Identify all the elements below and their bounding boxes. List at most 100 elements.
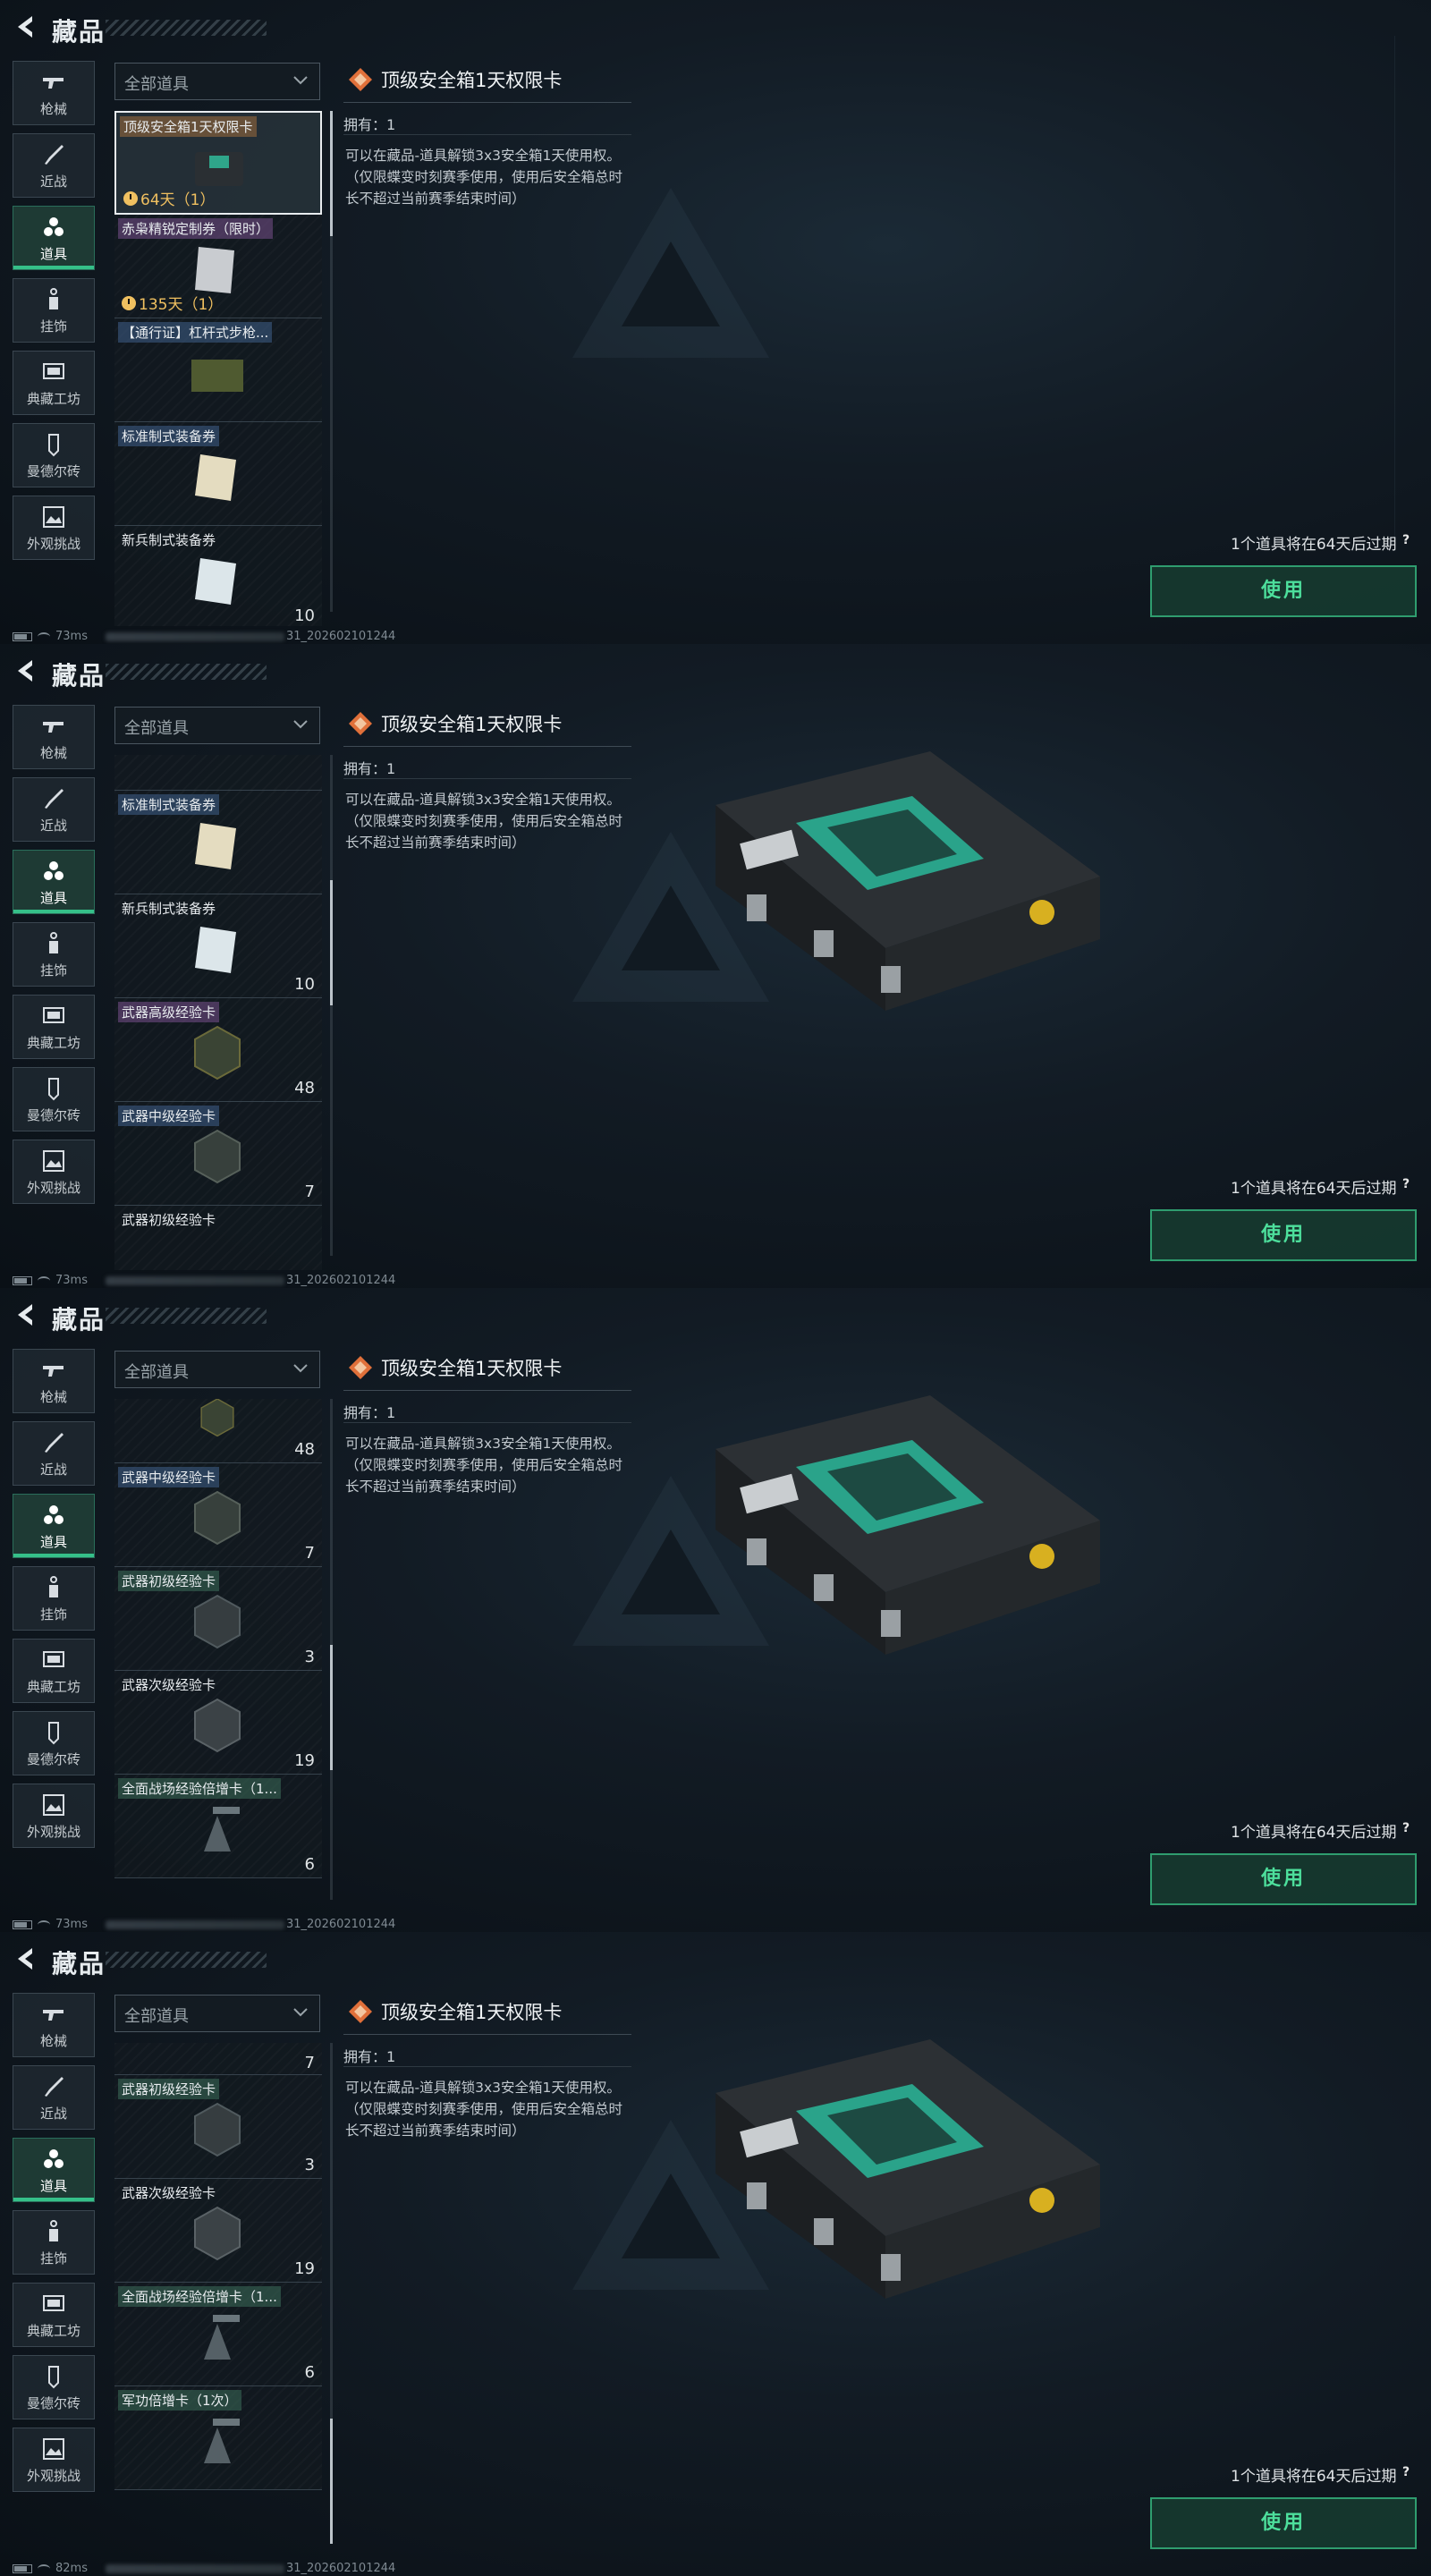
list-item[interactable]: 武器次级经验卡 19: [114, 2179, 322, 2283]
list-item[interactable]: 武器次级经验卡 19: [114, 1671, 322, 1775]
sidebar-item-items[interactable]: 道具: [13, 850, 95, 914]
list-scrollbar[interactable]: [330, 111, 333, 612]
title-stripe: [106, 20, 267, 36]
sidebar-item-melee[interactable]: 近战: [13, 133, 95, 198]
use-button[interactable]: 使用: [1150, 1853, 1417, 1905]
list-item[interactable]: 标准制式装备券: [114, 422, 322, 526]
turret-thumbnail: [204, 2419, 240, 2463]
sidebar-item-melee[interactable]: 近战: [13, 777, 95, 842]
divider: [343, 2034, 631, 2035]
item-name: 武器中级经验卡: [118, 1467, 220, 1487]
use-button[interactable]: 使用: [1150, 565, 1417, 617]
sidebar-item-bricks[interactable]: 曼德尔砖: [13, 1067, 95, 1131]
list-item[interactable]: 武器高级经验卡 48: [114, 998, 322, 1102]
sidebar-item-melee[interactable]: 近战: [13, 1421, 95, 1486]
list-item[interactable]: 新兵制式装备券 10: [114, 526, 322, 626]
list-item[interactable]: 武器初级经验卡 3: [114, 2075, 322, 2179]
list-scrollbar[interactable]: [330, 755, 333, 1256]
voucher-thumbnail: [195, 927, 236, 973]
sidebar-item-charms[interactable]: 挂饰: [13, 278, 95, 343]
filter-label: 全部道具: [124, 2007, 189, 2026]
use-button[interactable]: 使用: [1150, 1209, 1417, 1261]
category-filter-dropdown[interactable]: 全部道具: [114, 1995, 320, 2032]
sidebar-item-charms[interactable]: 挂饰: [13, 1566, 95, 1631]
sidebar-item-challenge[interactable]: 外观挑战: [13, 1140, 95, 1204]
chevron-down-icon: [293, 1364, 308, 1373]
page-title: 藏品: [52, 1949, 106, 1979]
sidebar-item-workshop[interactable]: 典藏工坊: [13, 2283, 95, 2347]
scrollbar-thumb[interactable]: [330, 880, 333, 1005]
list-item[interactable]: 顶级安全箱1天权限卡 64天（1）: [114, 111, 322, 215]
category-filter-dropdown[interactable]: 全部道具: [114, 707, 320, 744]
category-filter-dropdown[interactable]: 全部道具: [114, 1351, 320, 1388]
sidebar-item-melee[interactable]: 近战: [13, 2065, 95, 2130]
list-item[interactable]: 全面战场经验倍增卡（1... 6: [114, 2283, 322, 2386]
list-scrollbar[interactable]: [330, 1399, 333, 1900]
sidebar-item-label: 外观挑战: [26, 1179, 80, 1196]
help-icon[interactable]: ?: [1397, 531, 1415, 549]
sidebar-item-bricks[interactable]: 曼德尔砖: [13, 1711, 95, 1775]
sidebar-item-guns[interactable]: 枪械: [13, 1349, 95, 1413]
sidebar-item-items[interactable]: 道具: [13, 1494, 95, 1558]
charm-icon: [49, 2219, 58, 2241]
screen-panel-3: 藏品 枪械 近战 道具 挂饰 典藏工坊 曼德尔砖 外观挑战 全部道具 48 武器…: [0, 1288, 1431, 1932]
list-scrollbar[interactable]: [330, 2043, 333, 2544]
list-item[interactable]: 武器初级经验卡 3: [114, 1567, 322, 1671]
scrollbar-thumb[interactable]: [330, 111, 333, 236]
sidebar-item-bricks[interactable]: 曼德尔砖: [13, 2355, 95, 2419]
list-item[interactable]: 48: [114, 1399, 322, 1463]
sidebar-item-workshop[interactable]: 典藏工坊: [13, 1639, 95, 1703]
item-list: 48 武器中级经验卡 7 武器初级经验卡 3 武器次级经验卡 19 全面战场经验…: [114, 1399, 322, 1914]
sidebar-item-guns[interactable]: 枪械: [13, 61, 95, 125]
sidebar-item-charms[interactable]: 挂饰: [13, 2210, 95, 2275]
hex-card-thumbnail: [194, 1698, 241, 1753]
sidebar-item-label: 外观挑战: [26, 1823, 80, 1840]
scrollbar-thumb[interactable]: [330, 1645, 333, 1770]
sidebar-item-guns[interactable]: 枪械: [13, 1993, 95, 2057]
sidebar-item-challenge[interactable]: 外观挑战: [13, 2428, 95, 2492]
sidebar-item-workshop[interactable]: 典藏工坊: [13, 995, 95, 1059]
back-arrow-icon[interactable]: [13, 657, 41, 685]
sidebar-item-challenge[interactable]: 外观挑战: [13, 1784, 95, 1848]
sidebar-item-guns[interactable]: 枪械: [13, 705, 95, 769]
back-arrow-icon[interactable]: [13, 1301, 41, 1329]
list-item[interactable]: 全面战场经验倍增卡（1... 6: [114, 1775, 322, 1878]
list-item[interactable]: 武器中级经验卡 7: [114, 1463, 322, 1567]
item-name: 军功倍增卡（1次）: [118, 2390, 241, 2411]
back-arrow-icon[interactable]: [13, 13, 41, 41]
item-name: 武器高级经验卡: [118, 1002, 220, 1022]
sidebar-item-label: 挂饰: [39, 1606, 67, 1623]
sidebar-item-charms[interactable]: 挂饰: [13, 922, 95, 987]
list-item[interactable]: 武器初级经验卡: [114, 1206, 322, 1270]
list-item[interactable]: 赤枭精锐定制券（限时） 135天（1）: [114, 215, 322, 318]
list-item[interactable]: 【通行证】杠杆式步枪...: [114, 318, 322, 422]
item-count: 3: [304, 2156, 315, 2174]
sidebar-item-bricks[interactable]: 曼德尔砖: [13, 423, 95, 487]
sidebar-item-label: 外观挑战: [26, 535, 80, 552]
sidebar-item-workshop[interactable]: 典藏工坊: [13, 351, 95, 415]
sidebar-item-label: 道具: [39, 1533, 67, 1550]
sidebar-item-label: 近战: [39, 173, 67, 190]
hex-card-thumbnail: [194, 1490, 241, 1546]
list-item[interactable]: 武器中级经验卡 7: [114, 1102, 322, 1206]
use-button[interactable]: 使用: [1150, 2497, 1417, 2549]
sidebar-item-challenge[interactable]: 外观挑战: [13, 496, 95, 560]
help-icon[interactable]: ?: [1397, 1175, 1415, 1193]
filter-label: 全部道具: [124, 1363, 189, 1382]
wifi-icon: [38, 2563, 50, 2573]
category-filter-dropdown[interactable]: 全部道具: [114, 63, 320, 100]
item-count: 19: [294, 2259, 315, 2278]
list-item[interactable]: [114, 755, 322, 791]
list-item[interactable]: 军功倍增卡（1次）: [114, 2386, 322, 2490]
scrollbar-thumb[interactable]: [330, 2419, 333, 2544]
sidebar-item-items[interactable]: 道具: [13, 206, 95, 270]
list-item[interactable]: 标准制式装备券: [114, 791, 322, 894]
list-item[interactable]: 新兵制式装备券 10: [114, 894, 322, 998]
help-icon[interactable]: ?: [1397, 2463, 1415, 2481]
charm-icon: [49, 931, 58, 953]
help-icon[interactable]: ?: [1397, 1819, 1415, 1837]
back-arrow-icon[interactable]: [13, 1945, 41, 1973]
sidebar-item-items[interactable]: 道具: [13, 2138, 95, 2202]
list-item[interactable]: 7: [114, 2043, 322, 2075]
item-count: 48: [294, 1440, 315, 1459]
